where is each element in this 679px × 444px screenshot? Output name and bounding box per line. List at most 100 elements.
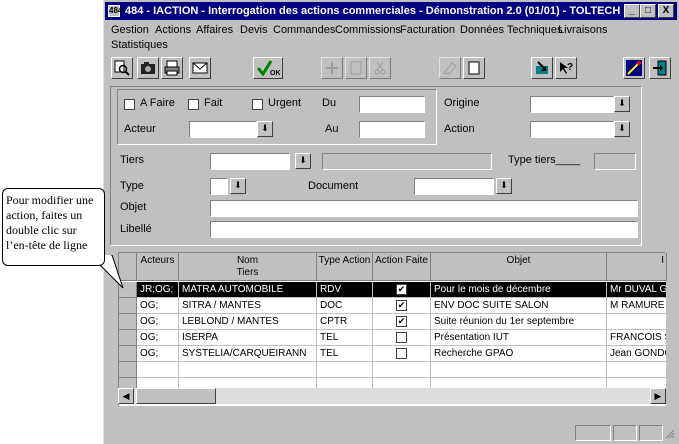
eraser-button[interactable] (439, 57, 461, 79)
camera-button[interactable] (137, 57, 159, 79)
cell-type[interactable]: CPTR (317, 314, 373, 330)
maximize-button[interactable]: □ (640, 4, 656, 18)
row-header[interactable] (119, 362, 137, 378)
fait-checkbox[interactable] (188, 99, 199, 110)
menu-facturation[interactable]: Facturation (400, 24, 455, 36)
cell-nom[interactable]: SYSTELIA/CARQUEIRANN (179, 346, 317, 362)
cell-objet[interactable]: ENV DOC SUITE SALON (431, 298, 607, 314)
cell-objet[interactable]: Recherche GPAO (431, 346, 607, 362)
document-select[interactable] (414, 178, 494, 195)
cell-acteurs[interactable]: JR;OG; (137, 282, 179, 298)
ok-button[interactable]: OK (253, 57, 283, 79)
tiers-select[interactable] (210, 153, 290, 170)
acteur-select[interactable] (189, 121, 257, 138)
date-to-input[interactable] (359, 121, 425, 138)
cell-objet[interactable]: Présentation IUT (431, 330, 607, 346)
exit-button[interactable] (649, 57, 671, 79)
objet-input[interactable] (210, 200, 638, 217)
menu-devis[interactable]: Devis (240, 24, 268, 36)
cut-button[interactable] (369, 57, 391, 79)
cell-type[interactable]: RDV (317, 282, 373, 298)
title-bar[interactable]: 484 484 - IACTION - Interrogation des ac… (105, 2, 677, 20)
action-dropdown-button[interactable]: ⬇ (614, 121, 630, 137)
not-done-checkbox[interactable] (396, 348, 407, 359)
cell-nom[interactable]: MATRA AUTOMOBILE (179, 282, 317, 298)
cell-acteurs[interactable]: OG; (137, 314, 179, 330)
row-header[interactable] (119, 298, 137, 314)
acteur-dropdown-button[interactable]: ⬇ (257, 121, 273, 137)
cell-type[interactable]: TEL (317, 346, 373, 362)
wizard-button[interactable] (623, 57, 645, 79)
cell-contact[interactable]: FRANCOIS S (607, 330, 667, 346)
mail-button[interactable] (189, 57, 211, 79)
col-contact-header[interactable]: I (607, 253, 667, 281)
menu-gestion[interactable]: Gestion (111, 24, 149, 36)
row-header[interactable] (119, 330, 137, 346)
empty-cell[interactable] (431, 362, 607, 378)
cell-type[interactable]: DOC (317, 298, 373, 314)
col-objet-header[interactable]: Objet (431, 253, 607, 281)
minimize-button[interactable]: _ (624, 4, 640, 18)
print-button[interactable] (161, 57, 183, 79)
date-from-input[interactable] (359, 96, 425, 113)
afaire-checkbox[interactable] (124, 99, 135, 110)
horizontal-scrollbar[interactable]: ◀ ▶ (118, 388, 666, 404)
cell-objet[interactable]: Pour le mois de décembre (431, 282, 607, 298)
cell-contact[interactable] (607, 314, 667, 330)
col-type-action-header[interactable]: Type Action (317, 253, 373, 281)
export-button[interactable] (531, 57, 553, 79)
not-done-checkbox[interactable] (396, 332, 407, 343)
origine-select[interactable] (530, 96, 614, 113)
cell-contact[interactable]: Mr DUVAL G (607, 282, 667, 298)
done-checkbox[interactable]: ✔ (396, 316, 407, 327)
col-nom-tiers-header[interactable]: Nom Tiers (179, 253, 317, 281)
empty-cell[interactable] (179, 362, 317, 378)
cell-nom[interactable]: ISERPA (179, 330, 317, 346)
empty-cell[interactable] (373, 362, 431, 378)
cell-nom[interactable]: SITRA / MANTES (179, 298, 317, 314)
empty-cell[interactable] (317, 362, 373, 378)
cell-acteurs[interactable]: OG; (137, 298, 179, 314)
scroll-thumb[interactable] (136, 388, 216, 404)
menu-commissions[interactable]: Commissions (335, 24, 401, 36)
edit-button[interactable] (345, 57, 367, 79)
cell-acteurs[interactable]: OG; (137, 330, 179, 346)
resize-grip[interactable] (665, 429, 675, 439)
done-checkbox[interactable]: ✔ (396, 300, 407, 311)
empty-cell[interactable] (137, 362, 179, 378)
cell-contact[interactable]: Jean GONDO (607, 346, 667, 362)
menu-commandes[interactable]: Commandes (273, 24, 335, 36)
checkmark-ok-icon: OK (256, 60, 280, 76)
row-header[interactable] (119, 346, 137, 362)
type-select[interactable] (210, 178, 228, 195)
new-button[interactable] (321, 57, 343, 79)
help-button[interactable]: ? (555, 57, 577, 79)
empty-cell[interactable] (607, 362, 667, 378)
libelle-input[interactable] (210, 221, 638, 238)
done-checkbox[interactable]: ✔ (396, 284, 407, 295)
cell-type[interactable]: TEL (317, 330, 373, 346)
tiers-dropdown-button[interactable]: ⬇ (295, 153, 311, 169)
scroll-right-button[interactable]: ▶ (650, 388, 666, 404)
menu-actions[interactable]: Actions (155, 24, 191, 36)
cell-contact[interactable]: M RAMURE (607, 298, 667, 314)
close-button[interactable]: X (658, 4, 674, 18)
menu-affaires[interactable]: Affaires (196, 24, 233, 36)
menu-statistiques[interactable]: Statistiques (111, 39, 168, 51)
cell-objet[interactable]: Suite réunion du 1er septembre (431, 314, 607, 330)
action-select[interactable] (530, 121, 614, 138)
menu-donnees-techniques[interactable]: Données Techniques (460, 24, 563, 36)
scroll-left-button[interactable]: ◀ (118, 388, 134, 404)
row-header[interactable] (119, 314, 137, 330)
document-dropdown-button[interactable]: ⬇ (496, 178, 512, 194)
urgent-checkbox[interactable] (252, 99, 263, 110)
type-dropdown-button[interactable]: ⬇ (230, 178, 246, 194)
menu-livraisons[interactable]: Livraisons (558, 24, 608, 36)
col-acteurs-header[interactable]: Acteurs (137, 253, 179, 281)
search-button[interactable] (111, 57, 133, 79)
cell-acteurs[interactable]: OG; (137, 346, 179, 362)
cell-nom[interactable]: LEBLOND / MANTES (179, 314, 317, 330)
blank-page-button[interactable] (463, 57, 485, 79)
col-action-faite-header[interactable]: Action Faite (373, 253, 431, 281)
origine-dropdown-button[interactable]: ⬇ (614, 96, 630, 112)
